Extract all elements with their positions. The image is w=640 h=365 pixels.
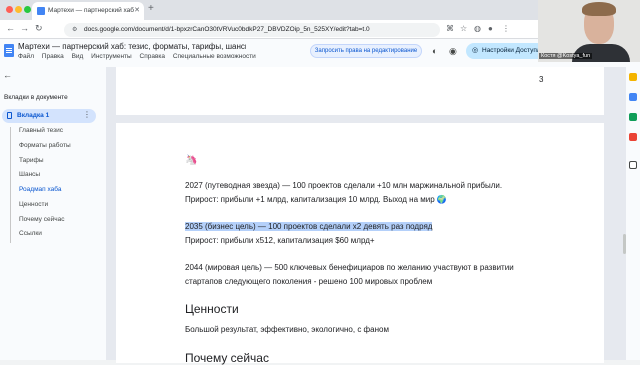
menu-accessibility[interactable]: Специальные возможности [173, 53, 256, 60]
presenter-hair [582, 2, 616, 16]
docs-favicon-icon [37, 7, 45, 15]
outline-item-selected[interactable]: Роадмап хаба [19, 186, 61, 193]
menu-file[interactable]: Файл [18, 53, 34, 60]
address-bar[interactable]: ⚙ docs.google.com/document/d/1-bpxzrCanO… [64, 23, 440, 37]
maps-icon[interactable] [629, 133, 637, 141]
webcam-overlay: Костя @Kostya_fun [538, 0, 640, 62]
text-selection[interactable]: 2035 (бизнес цель) — 100 проектов сделал… [185, 222, 433, 231]
minimize-window-button[interactable] [15, 6, 22, 13]
docs-logo-icon[interactable] [4, 44, 14, 57]
sidebar-item-tab-1[interactable]: Вкладка 1 ⋮ [2, 109, 96, 123]
reload-icon[interactable]: ↻ [35, 23, 43, 34]
maximize-window-button[interactable] [24, 6, 31, 13]
paragraph-2035-line[interactable]: Прирост: прибыли x512, капитализация $60… [185, 236, 375, 245]
menu-edit[interactable]: Правка [42, 53, 64, 60]
close-window-button[interactable] [6, 6, 13, 13]
paragraph-2035-selected[interactable]: 2035 (бизнес цель) — 100 проектов сделал… [185, 222, 433, 231]
translate-icon[interactable]: ⌘ [446, 24, 454, 33]
menu-tools[interactable]: Инструменты [91, 53, 132, 60]
site-info-icon[interactable]: ⚙ [72, 26, 77, 33]
share-button-label: Настройки Доступа [482, 47, 541, 54]
heading-why-now[interactable]: Почему сейчас [185, 351, 269, 365]
new-tab-button[interactable]: + [148, 3, 154, 14]
url-text: docs.google.com/document/d/1-bpxzrCanO30… [84, 26, 370, 33]
outline-item[interactable]: Шансы [19, 171, 40, 178]
globe-icon: ◎ [472, 47, 479, 54]
heading-values[interactable]: Ценности [185, 302, 239, 316]
document-tabs-sidebar: ← Вкладки в документе Вкладка 1 ⋮ Главны… [0, 67, 106, 360]
meet-icon[interactable]: ◐ [432, 46, 437, 56]
request-edit-button[interactable]: Запросить права на редактирование [310, 44, 422, 58]
outline-line [10, 127, 11, 243]
account-icon[interactable]: ◉ [449, 46, 457, 57]
paragraph-2027-line[interactable]: 2027 (путеводная звезда) — 100 проектов … [185, 181, 502, 190]
outline-item[interactable]: Ссылки [19, 230, 42, 237]
values-text[interactable]: Большой результат, эффективно, экологичн… [185, 325, 389, 334]
document-canvas[interactable]: 3 🦄 2027 (путеводная звезда) — 100 проек… [106, 67, 626, 365]
close-tab-icon[interactable]: ✕ [134, 6, 140, 14]
paragraph-2044-line[interactable]: 2044 (мировая цель) — 500 ключевых бенеф… [185, 263, 514, 272]
paragraph-2044-line[interactable]: стартапов следующего поколения - решено … [185, 277, 432, 286]
unicorn-icon: 🦄 [185, 155, 198, 166]
outline-item[interactable]: Ценности [19, 201, 48, 208]
outline-item[interactable]: Главный тезис [19, 127, 63, 134]
back-arrow-icon[interactable]: ← [6, 23, 15, 33]
document-page[interactable]: 🦄 2027 (путеводная звезда) — 100 проекто… [116, 123, 604, 365]
bookmark-star-icon[interactable]: ☆ [460, 24, 467, 33]
paragraph-2027-line[interactable]: Прирост: прибыли +1 млрд, капитализация … [185, 195, 447, 204]
tasks-icon[interactable] [629, 93, 637, 101]
menu-help[interactable]: Справка [140, 53, 166, 60]
keep-icon[interactable] [629, 73, 637, 81]
webcam-label: Костя @Kostya_fun [539, 53, 593, 59]
outline-item[interactable]: Почему сейчас [19, 216, 65, 223]
menu-bar: Файл Правка Вид Инструменты Справка Спец… [18, 53, 262, 60]
document-tab-icon [7, 112, 12, 119]
browser-tab-title: Мартехи — партнерский хаб [48, 7, 135, 14]
extensions-icon[interactable]: ◍ [474, 24, 481, 33]
forward-arrow-icon[interactable]: → [20, 23, 29, 33]
page-number: 3 [539, 75, 544, 84]
document-page[interactable]: 3 [116, 67, 604, 115]
browser-menu-icon[interactable]: ⋮ [502, 24, 510, 33]
close-sidebar-arrow-icon[interactable]: ← [3, 70, 12, 80]
outline-item[interactable]: Форматы работы [19, 142, 71, 149]
profile-icon[interactable]: ● [488, 24, 493, 33]
outline-item[interactable]: Тарифы [19, 157, 44, 164]
sidebar-header: Вкладки в документе [4, 94, 68, 101]
add-addon-icon[interactable] [629, 161, 637, 169]
side-panel-strip [626, 67, 640, 360]
browser-tab[interactable]: Мартехи — партнерский хаб ✕ [32, 2, 144, 20]
more-options-icon[interactable]: ⋮ [83, 110, 91, 119]
sidebar-item-label: Вкладка 1 [17, 112, 50, 119]
menu-view[interactable]: Вид [72, 53, 84, 60]
document-title[interactable]: Мартехи — партнерский хаб: тезис, формат… [18, 42, 246, 51]
contacts-icon[interactable] [629, 113, 637, 121]
